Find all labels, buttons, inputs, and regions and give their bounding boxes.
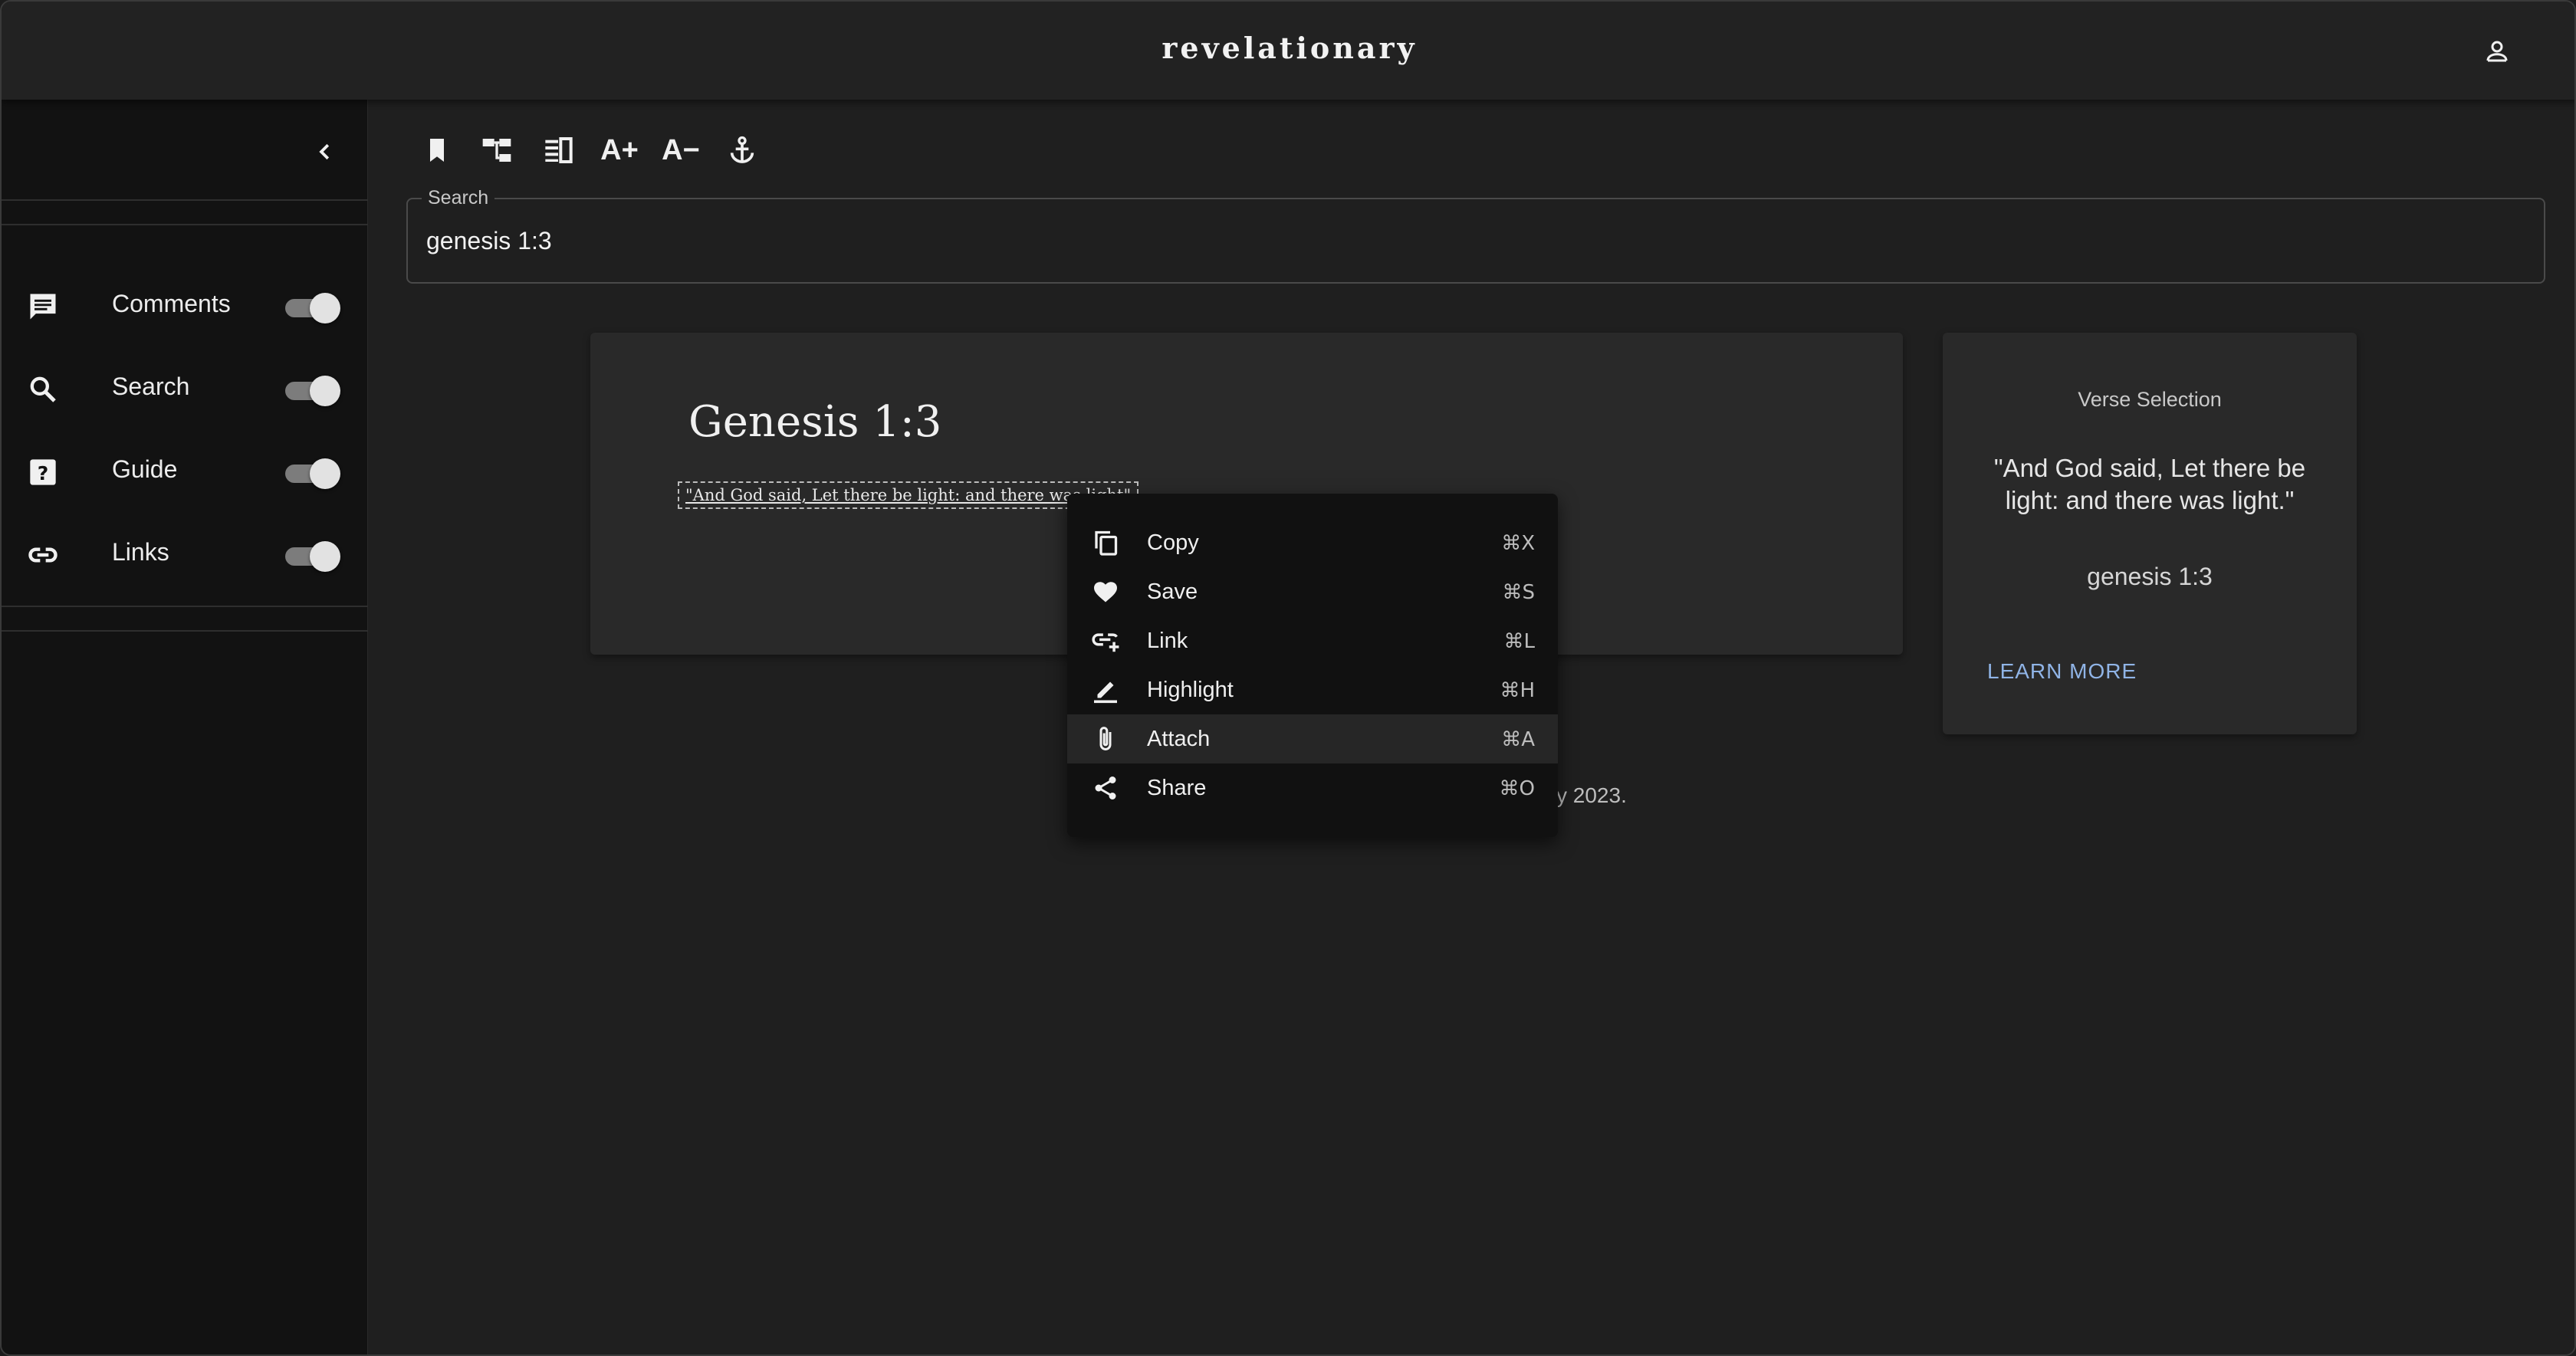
search-field: Search bbox=[406, 187, 2545, 284]
font-increase-icon: A+ bbox=[600, 133, 639, 166]
help-icon: ? bbox=[25, 454, 61, 491]
paperclip-icon bbox=[1090, 724, 1121, 754]
context-menu: Copy ⌘X Save ⌘S Link ⌘L Highlight ⌘H Att… bbox=[1067, 494, 1558, 837]
links-toggle[interactable] bbox=[284, 540, 343, 572]
menu-item-label: Link bbox=[1147, 629, 1188, 653]
columns-view-button[interactable] bbox=[535, 127, 581, 173]
sidebar-divider bbox=[2, 630, 368, 632]
learn-more-button[interactable]: LEARN MORE bbox=[1987, 659, 2137, 684]
verse-selection-heading: Verse Selection bbox=[2078, 388, 2222, 411]
verse-selection-reference: genesis 1:3 bbox=[2087, 563, 2213, 590]
menu-item-label: Highlight bbox=[1147, 678, 1234, 702]
bookmark-button[interactable] bbox=[414, 127, 460, 173]
verse-title: Genesis 1:3 bbox=[688, 397, 942, 447]
menu-item-label: Share bbox=[1147, 776, 1207, 800]
tree-view-button[interactable] bbox=[474, 127, 520, 173]
app-window: revelationary Comments Search ? Guide Li… bbox=[0, 0, 2576, 1356]
menu-item-copy[interactable]: Copy ⌘X bbox=[1067, 518, 1558, 567]
font-increase-button[interactable]: A+ bbox=[596, 127, 642, 173]
font-decrease-button[interactable]: A− bbox=[658, 127, 704, 173]
font-decrease-icon: A− bbox=[662, 133, 700, 166]
menu-item-shortcut: ⌘A bbox=[1501, 728, 1535, 751]
copy-icon bbox=[1090, 527, 1121, 558]
top-app-bar: revelationary bbox=[2, 2, 2574, 100]
comment-icon bbox=[25, 288, 61, 325]
verse-selection-card: Verse Selection "And God said, Let there… bbox=[1943, 333, 2357, 734]
add-link-icon bbox=[1090, 625, 1121, 656]
sidebar-item-label: Comments bbox=[112, 290, 231, 317]
menu-item-shortcut: ⌘X bbox=[1501, 532, 1535, 555]
menu-item-save[interactable]: Save ⌘S bbox=[1067, 567, 1558, 616]
account-icon bbox=[2483, 38, 2511, 65]
menu-item-link[interactable]: Link ⌘L bbox=[1067, 616, 1558, 665]
sidebar: Comments Search ? Guide Links bbox=[2, 100, 368, 1354]
search-input[interactable] bbox=[426, 215, 2527, 267]
sidebar-item-label: Links bbox=[112, 538, 169, 566]
comments-toggle[interactable] bbox=[284, 291, 343, 323]
chevron-left-icon bbox=[314, 140, 337, 163]
account-button[interactable] bbox=[2478, 32, 2516, 71]
sidebar-item-label: Guide bbox=[112, 455, 178, 483]
sidebar-item-links[interactable]: Links bbox=[2, 514, 368, 590]
svg-text:?: ? bbox=[38, 462, 49, 484]
columns-icon bbox=[543, 135, 573, 166]
footer-copyright: y 2023. bbox=[1556, 783, 1627, 807]
sidebar-divider bbox=[2, 606, 368, 607]
menu-item-shortcut: ⌘S bbox=[1502, 581, 1535, 604]
collapse-sidebar-button[interactable] bbox=[305, 132, 345, 172]
menu-item-label: Save bbox=[1147, 580, 1198, 604]
search-label: Search bbox=[422, 187, 495, 209]
share-icon bbox=[1090, 773, 1121, 803]
menu-item-shortcut: ⌘H bbox=[1500, 679, 1535, 702]
sidebar-item-guide[interactable]: ? Guide bbox=[2, 431, 368, 507]
pencil-icon bbox=[1090, 675, 1121, 705]
sidebar-divider bbox=[2, 224, 368, 225]
anchor-icon bbox=[727, 133, 757, 167]
menu-item-attach[interactable]: Attach ⌘A bbox=[1067, 714, 1558, 763]
sidebar-divider bbox=[2, 199, 368, 201]
sidebar-item-label: Search bbox=[112, 373, 190, 400]
search-icon bbox=[25, 371, 61, 408]
menu-item-shortcut: ⌘O bbox=[1499, 777, 1535, 800]
heart-icon bbox=[1090, 576, 1121, 607]
guide-toggle[interactable] bbox=[284, 457, 343, 489]
menu-item-label: Attach bbox=[1147, 727, 1211, 751]
sidebar-item-comments[interactable]: Comments bbox=[2, 265, 368, 342]
sidebar-item-search[interactable]: Search bbox=[2, 348, 368, 425]
tree-icon bbox=[480, 135, 514, 166]
menu-item-highlight[interactable]: Highlight ⌘H bbox=[1067, 665, 1558, 714]
verse-selection-quote: "And God said, Let there be light: and t… bbox=[1993, 454, 2306, 514]
search-toggle[interactable] bbox=[284, 374, 343, 406]
anchor-button[interactable] bbox=[719, 127, 765, 173]
menu-item-label: Copy bbox=[1147, 530, 1199, 555]
bookmark-icon bbox=[423, 135, 451, 166]
menu-item-shortcut: ⌘L bbox=[1503, 630, 1536, 653]
link-icon bbox=[25, 537, 61, 573]
menu-item-share[interactable]: Share ⌘O bbox=[1067, 763, 1558, 813]
app-title: revelationary bbox=[1162, 31, 1418, 65]
